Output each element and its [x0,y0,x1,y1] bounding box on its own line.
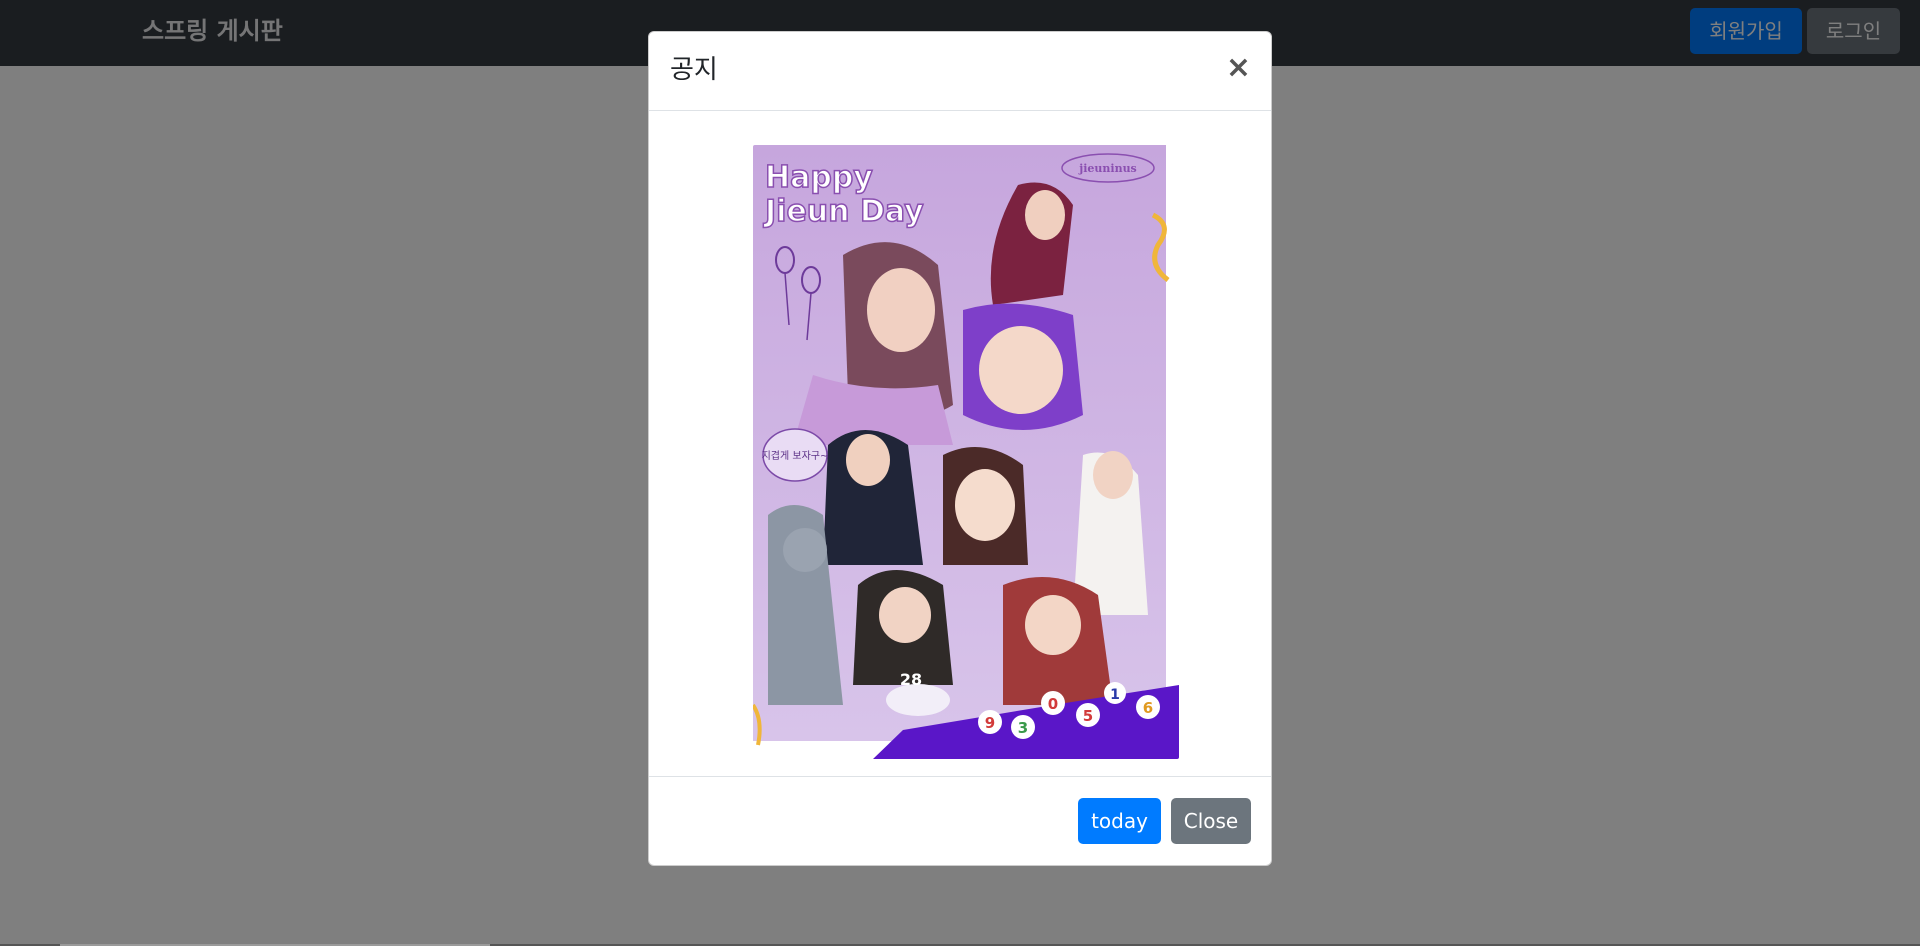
poster-heading-line1: Happy [765,160,873,195]
poster-digit: 3 [1018,719,1028,737]
close-icon[interactable]: × [1226,50,1251,86]
modal-title: 공지 [670,55,718,85]
notice-modal: 공지 × jieuninus Happy Jieun Day 지겹게 보자구~ … [648,31,1272,866]
poster-digit: 6 [1143,699,1153,717]
poster-tag: jieuninus [1078,162,1137,175]
poster-digit: 0 [1048,695,1058,713]
modal-footer: today Close [649,776,1271,865]
modal-header: 공지 × [649,32,1271,111]
poster-digit: 5 [1083,707,1093,725]
poster-cake-number: 28 [900,670,922,689]
today-button[interactable]: today [1078,798,1161,844]
notice-image: jieuninus Happy Jieun Day 지겹게 보자구~ 28 9 … [753,145,1179,759]
poster-digit: 1 [1110,687,1120,703]
poster-speech: 지겹게 보자구~ [762,450,829,462]
poster-digit: 9 [985,714,995,732]
close-button[interactable]: Close [1171,798,1251,844]
poster-heading-line2: Jieun Day [763,194,924,229]
